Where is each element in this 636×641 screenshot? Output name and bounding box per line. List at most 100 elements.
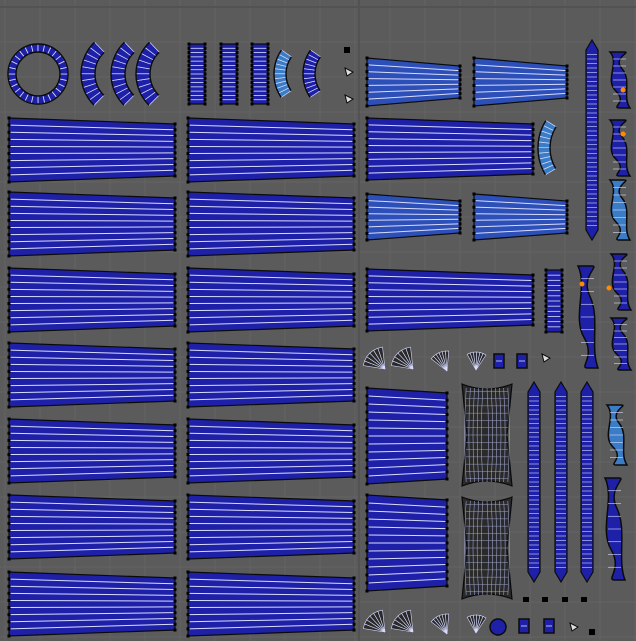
uv-island-strip-large[interactable]	[7, 266, 177, 334]
uv-island-wiggle[interactable]	[608, 51, 632, 109]
uv-vertex	[173, 534, 177, 538]
uv-island-barrel[interactable]	[461, 496, 513, 600]
uv-island-fan[interactable]	[390, 609, 414, 633]
uv-island-strip-large[interactable]	[186, 417, 356, 485]
uv-vertex	[186, 173, 190, 177]
uv-vertex	[203, 63, 207, 67]
uv-island-strip-medium[interactable]	[472, 56, 569, 108]
uv-island-arc[interactable]	[135, 41, 160, 106]
uv-vertex	[531, 150, 535, 154]
uv-island-tri[interactable]	[344, 67, 354, 77]
uv-island-dot[interactable]	[542, 597, 548, 602]
uv-island-dot[interactable]	[523, 597, 529, 602]
uv-vertex	[352, 539, 356, 543]
uv-island-arc[interactable]	[110, 41, 135, 106]
uv-island-ring[interactable]	[7, 43, 69, 105]
uv-island-fan[interactable]	[430, 350, 450, 372]
uv-island-strip-large[interactable]	[186, 493, 356, 561]
uv-island-strip-medium[interactable]	[365, 493, 449, 593]
uv-vertex	[365, 442, 369, 446]
uv-island-wiggle[interactable]	[609, 317, 633, 371]
uv-island-barrel[interactable]	[461, 383, 513, 487]
uv-island-arc[interactable]	[273, 49, 292, 98]
uv-island-column[interactable]	[544, 268, 564, 334]
uv-island-arc[interactable]	[537, 119, 557, 176]
uv-island-tri[interactable]	[344, 94, 354, 104]
uv-vertex	[186, 577, 190, 581]
uv-vertex	[187, 72, 191, 76]
uv-island-fan[interactable]	[430, 613, 450, 635]
uv-island-small-quad[interactable]	[516, 353, 528, 369]
uv-island-fan[interactable]	[362, 609, 386, 633]
uv-island-small-quad[interactable]	[543, 618, 555, 634]
uv-vertex	[365, 509, 369, 513]
uv-vertex	[186, 529, 190, 533]
uv-selected-vertex[interactable]	[620, 131, 626, 137]
uv-island-dot[interactable]	[562, 597, 568, 602]
uv-island-column[interactable]	[250, 42, 270, 106]
uv-island-strip-large[interactable]	[7, 417, 177, 485]
uv-island-strip-large[interactable]	[7, 341, 177, 409]
uv-vertex	[352, 423, 356, 427]
uv-selected-vertex[interactable]	[579, 281, 585, 287]
uv-vertex	[186, 309, 190, 313]
uv-island-spine[interactable]	[580, 380, 594, 584]
uv-editor-viewport[interactable]	[0, 0, 636, 641]
uv-vertex	[186, 355, 190, 359]
uv-island-column[interactable]	[187, 42, 207, 106]
uv-selected-vertex[interactable]	[620, 87, 626, 93]
uv-island-dot[interactable]	[581, 597, 587, 602]
uv-island-wiggle[interactable]	[576, 265, 600, 369]
uv-island-disc[interactable]	[489, 618, 507, 636]
uv-vertex	[186, 254, 190, 258]
uv-island-strip-large[interactable]	[7, 570, 177, 638]
uv-vertex	[445, 448, 449, 452]
uv-island-spine[interactable]	[527, 380, 541, 584]
uv-vertex	[531, 273, 535, 277]
uv-island-tri[interactable]	[541, 353, 551, 363]
uv-island-tri[interactable]	[569, 622, 579, 632]
uv-vertex	[531, 144, 535, 148]
uv-vertex	[560, 273, 564, 277]
uv-island-wiggle[interactable]	[609, 253, 633, 311]
uv-vertex	[7, 438, 11, 442]
uv-island-strip-large[interactable]	[186, 570, 356, 638]
uv-island-strip-large[interactable]	[7, 116, 177, 184]
uv-island-wiggle[interactable]	[605, 404, 629, 466]
uv-vertex	[365, 402, 369, 406]
uv-island-strip-large[interactable]	[186, 190, 356, 258]
uv-island-fan[interactable]	[362, 346, 386, 370]
uv-island-wiggle[interactable]	[608, 119, 632, 177]
uv-island-strip-medium[interactable]	[365, 56, 462, 108]
uv-island-strip-medium[interactable]	[365, 192, 462, 242]
uv-island-wiggle[interactable]	[603, 477, 627, 581]
uv-vertex	[544, 294, 548, 298]
uv-island-fan[interactable]	[466, 614, 487, 634]
uv-island-dot[interactable]	[344, 47, 350, 53]
uv-vertex	[7, 152, 11, 156]
uv-island-arc[interactable]	[302, 49, 321, 98]
uv-selected-vertex[interactable]	[606, 285, 612, 291]
uv-island-column[interactable]	[219, 42, 239, 106]
uv-island-wiggle[interactable]	[608, 179, 632, 241]
uv-canvas[interactable]	[0, 0, 636, 641]
uv-island-strip-medium[interactable]	[365, 386, 449, 486]
uv-island-strip-medium[interactable]	[472, 192, 569, 242]
uv-island-strip-large[interactable]	[7, 190, 177, 258]
uv-island-fan[interactable]	[390, 346, 414, 370]
uv-island-fan[interactable]	[466, 351, 487, 371]
uv-island-strip-large[interactable]	[7, 493, 177, 561]
uv-vertex	[7, 431, 11, 435]
uv-island-small-quad[interactable]	[518, 618, 530, 634]
uv-island-strip-large[interactable]	[186, 266, 356, 334]
uv-island-spine[interactable]	[585, 38, 599, 242]
uv-island-strip-large[interactable]	[186, 341, 356, 409]
uv-island-strip-medium[interactable]	[365, 267, 535, 333]
uv-island-arc[interactable]	[80, 41, 105, 106]
uv-vertex	[458, 208, 462, 212]
uv-island-strip-medium[interactable]	[365, 116, 535, 182]
uv-island-strip-large[interactable]	[186, 116, 356, 184]
uv-island-spine[interactable]	[554, 380, 568, 584]
uv-island-dot[interactable]	[589, 629, 595, 635]
uv-island-small-quad[interactable]	[493, 353, 505, 369]
